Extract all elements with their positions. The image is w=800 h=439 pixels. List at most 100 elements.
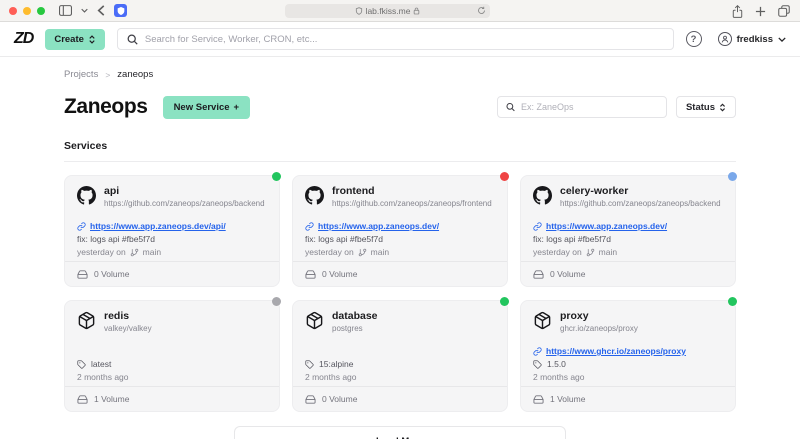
link-icon (77, 221, 86, 231)
service-url-row: https://www.app.zaneops.dev/ (533, 221, 723, 231)
adblock-extension-icon[interactable] (114, 4, 127, 17)
share-icon[interactable] (732, 4, 743, 18)
github-icon (77, 186, 96, 205)
tag-icon (305, 359, 314, 369)
image-tag-row: 1.5.0 (533, 359, 723, 369)
volume-footer: 0 Volume (521, 261, 735, 286)
status-dot (500, 172, 509, 181)
reload-icon[interactable] (477, 6, 486, 15)
volume-count: 0 Volume (550, 269, 586, 279)
services-grid: api https://github.com/zaneops/zaneops/b… (64, 172, 737, 412)
zoom-window-button[interactable] (37, 6, 45, 15)
minimize-window-button[interactable] (23, 6, 31, 15)
service-url-link[interactable]: https://www.app.zaneops.dev/ (546, 221, 667, 231)
service-card-database[interactable]: database postgres 15:alpine 2 months ago… (292, 297, 509, 412)
git-branch-icon (586, 248, 594, 256)
user-avatar-icon (717, 32, 732, 46)
address-bar[interactable]: lab.fkiss.me (285, 4, 490, 18)
zaneops-logo[interactable]: ZD (14, 30, 34, 48)
hard-drive-icon (305, 269, 316, 279)
app-header: ZD Create ? fredkiss (0, 22, 800, 57)
service-name: redis (104, 310, 130, 322)
deploy-meta: yesterday on main (77, 247, 162, 257)
deploy-meta: 2 months ago (305, 372, 357, 382)
service-filter-search[interactable] (496, 96, 667, 118)
hard-drive-icon (77, 394, 88, 404)
service-filter-input[interactable] (520, 102, 658, 112)
chevron-down-icon (778, 36, 786, 42)
privacy-shield-icon (355, 7, 362, 15)
sidebar-toggle-icon[interactable] (59, 5, 72, 16)
window-controls[interactable] (9, 6, 45, 15)
service-name: frontend (332, 185, 375, 197)
branch-name: main (142, 247, 162, 257)
status-dot (728, 172, 737, 181)
hard-drive-icon (77, 269, 88, 279)
service-name: proxy (560, 310, 589, 322)
lock-icon (414, 7, 420, 15)
service-card-api[interactable]: api https://github.com/zaneops/zaneops/b… (64, 172, 281, 287)
volume-footer: 1 Volume (521, 386, 735, 411)
back-button[interactable] (97, 5, 105, 16)
github-icon (533, 186, 552, 205)
link-icon (305, 221, 314, 231)
github-icon (305, 186, 324, 205)
new-tab-icon[interactable] (755, 6, 766, 17)
image-tag-row: 15:alpine (305, 359, 495, 369)
service-card-celery-worker[interactable]: celery-worker https://github.com/zaneops… (520, 172, 737, 287)
service-source: postgres (332, 324, 363, 333)
image-tag: 15:alpine (319, 359, 354, 369)
search-icon (506, 102, 515, 112)
service-url-link[interactable]: https://www.ghcr.io/zaneops/proxy (546, 346, 686, 356)
sidebar-chevron-icon[interactable] (81, 8, 88, 13)
status-dot (728, 297, 737, 306)
status-filter-button[interactable]: Status (675, 96, 736, 118)
hard-drive-icon (533, 394, 544, 404)
global-search-input[interactable] (144, 33, 664, 45)
service-url-row: https://www.ghcr.io/zaneops/proxy (533, 346, 723, 356)
image-tag-row: latest (77, 359, 267, 369)
link-icon (533, 346, 542, 356)
url-text: lab.fkiss.me (365, 6, 411, 16)
service-url-link[interactable]: https://www.app.zaneops.dev/ (318, 221, 439, 231)
image-tag: latest (91, 359, 112, 369)
search-icon (127, 34, 138, 45)
package-icon (534, 311, 551, 330)
service-url-link[interactable]: https://www.app.zaneops.dev/api/ (90, 221, 226, 231)
service-source: valkey/valkey (104, 324, 152, 333)
deploy-meta: 2 months ago (77, 372, 129, 382)
help-button[interactable]: ? (685, 31, 702, 47)
link-icon (533, 221, 542, 231)
package-icon (306, 311, 323, 330)
status-dot (272, 172, 281, 181)
status-dot (272, 297, 281, 306)
commit-message: fix: logs api #fbe5f7d (305, 234, 383, 244)
global-search[interactable] (116, 28, 674, 50)
volume-footer: 1 Volume (65, 386, 279, 411)
status-dot (500, 297, 509, 306)
user-menu[interactable]: fredkiss (717, 32, 786, 46)
close-window-button[interactable] (9, 6, 17, 15)
service-card-frontend[interactable]: frontend https://github.com/zaneops/zane… (292, 172, 509, 287)
new-service-button[interactable]: New Service + (162, 95, 251, 119)
tab-overview-icon[interactable] (778, 5, 790, 17)
main-content: Projects > zaneops Zaneops New Service +… (0, 57, 800, 439)
service-url-row: https://www.app.zaneops.dev/api/ (77, 221, 267, 231)
breadcrumb-projects[interactable]: Projects (64, 69, 98, 80)
breadcrumb-current: zaneops (117, 69, 154, 80)
create-button[interactable]: Create (45, 28, 105, 50)
image-tag: 1.5.0 (547, 359, 566, 369)
volume-footer: 0 Volume (293, 261, 507, 286)
breadcrumb: Projects > zaneops (64, 69, 736, 80)
service-url-row: https://www.app.zaneops.dev/ (305, 221, 495, 231)
service-card-redis[interactable]: redis valkey/valkey latest 2 months ago … (64, 297, 281, 412)
volume-footer: 0 Volume (65, 261, 279, 286)
hard-drive-icon (533, 269, 544, 279)
browser-chrome: lab.fkiss.me (0, 0, 800, 22)
load-more-button[interactable]: Load More (234, 426, 566, 439)
service-name: database (332, 310, 378, 322)
service-source: https://github.com/zaneops/zaneops/backe… (560, 199, 721, 208)
service-card-proxy[interactable]: proxy ghcr.io/zaneops/proxy https://www.… (520, 297, 737, 412)
breadcrumb-separator: > (105, 69, 111, 80)
branch-name: main (598, 247, 618, 257)
